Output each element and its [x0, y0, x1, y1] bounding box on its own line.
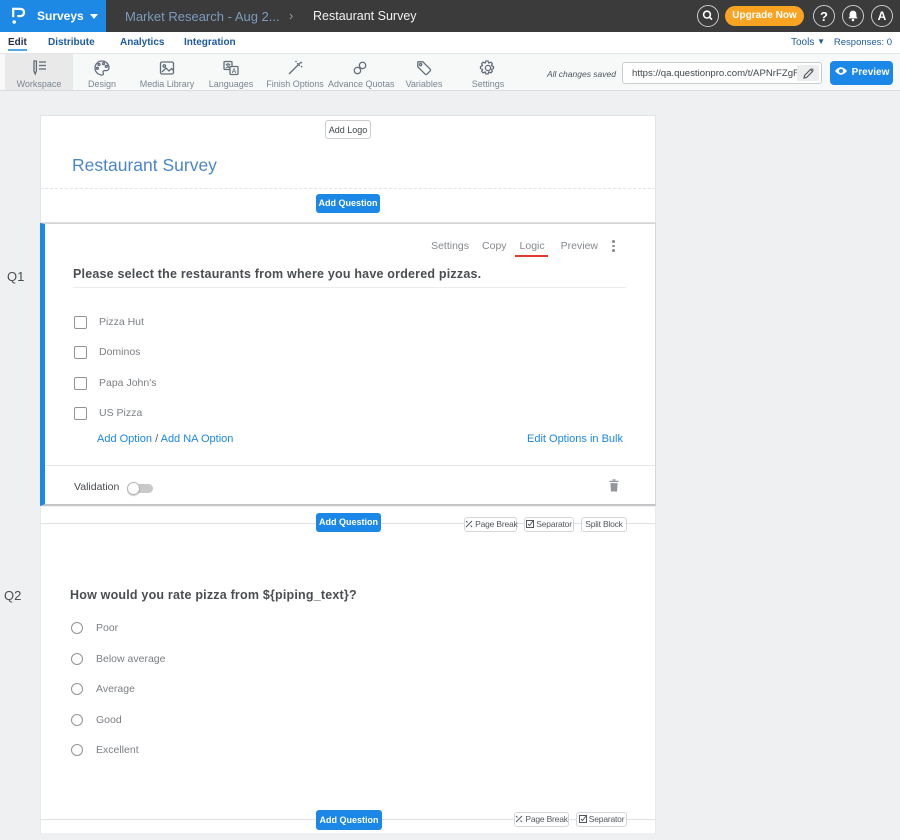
- svg-text:A: A: [232, 68, 237, 75]
